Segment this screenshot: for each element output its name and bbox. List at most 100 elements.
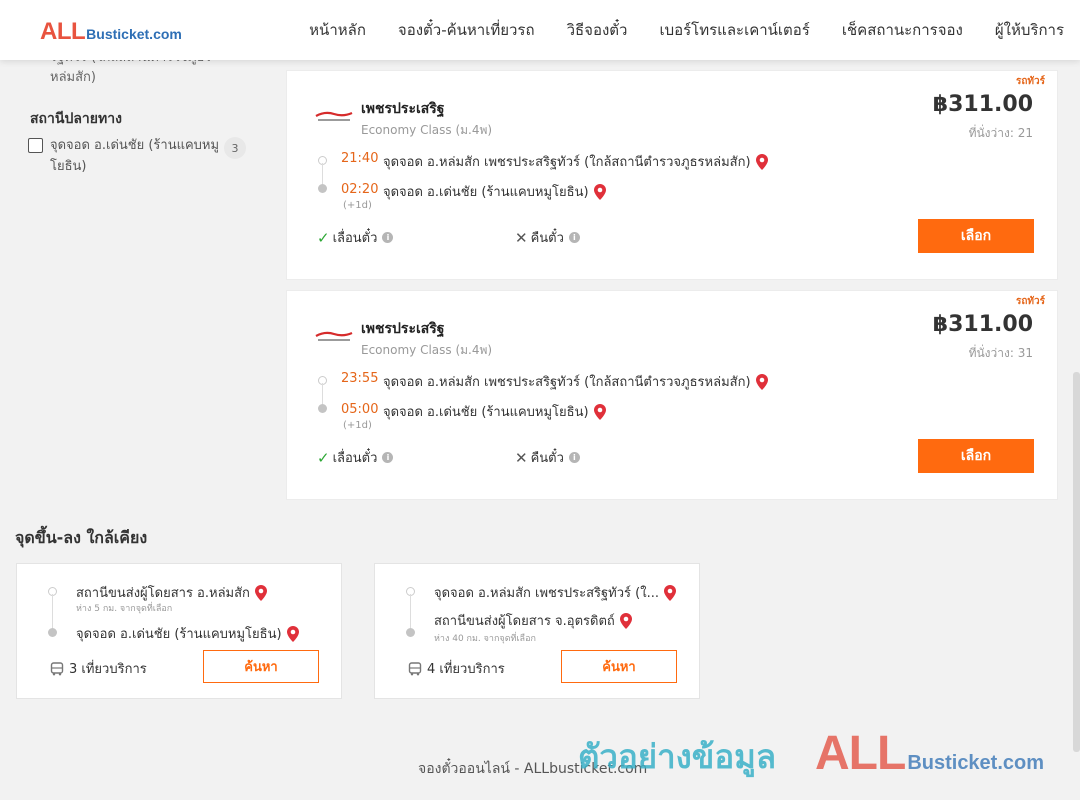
check-icon: ✓ [317, 228, 330, 247]
operator-name: เพชรประเสริฐ [361, 101, 445, 117]
next-day-marker: (+1d) [343, 420, 372, 431]
next-day-marker: (+1d) [343, 200, 372, 211]
arrival-time: 05:00 [341, 402, 379, 417]
destination-filter-title: สถานีปลายทาง [30, 111, 122, 127]
reschedule-label: เลื่อนตั๋ว [332, 231, 378, 246]
bus-class: Economy Class (ม.4พ) [361, 123, 493, 137]
operator-name: เพชรประเสริฐ [361, 321, 445, 337]
watermark-all: ALL [815, 727, 906, 780]
arrival-stop-name: จุดจอด อ.เด่นชัย (ร้านแคบหมูโยธิน) [383, 185, 589, 200]
trip-price: ฿311.00 [932, 312, 1033, 337]
map-pin-icon[interactable] [286, 625, 299, 642]
nearby-from-stop: สถานีขนส่งผู้โดยสาร อ.หล่มสัก [76, 582, 267, 603]
bus-type-badge: รถทัวร์ [1015, 296, 1045, 307]
reschedule-policy: ✓ เลื่อนตั๋ว i [317, 447, 394, 468]
main-nav: หน้าหลัก จองตั๋ว-ค้นหาเที่ยวรถ วิธีจองตั… [293, 0, 1080, 60]
filter-checkbox[interactable] [28, 138, 43, 153]
trip-card: รถทัวร์ เพชรประเสริฐ Economy Class (ม.4พ… [286, 290, 1058, 500]
arrival-dot-icon [318, 184, 327, 193]
site-logo[interactable]: ALL Busticket.com [40, 18, 182, 46]
destination-filter-option[interactable]: จุดจอด อ.เด่นชัย (ร้านแคบหมูโยธิน) 3 [28, 137, 256, 177]
nearby-to-stop: สถานีขนส่งผู้โดยสาร จ.อุตรดิตถ์ [434, 610, 632, 631]
nearby-to-distance: ห่าง 40 กม. จากจุดที่เลือก [434, 634, 536, 644]
arrival-time: 02:20 [341, 182, 379, 197]
reschedule-policy: ✓ เลื่อนตั๋ว i [317, 227, 394, 248]
nearby-trip-count: 4 เที่ยวบริการ [408, 658, 505, 679]
nearby-search-button[interactable]: ค้นหา [203, 650, 319, 683]
departure-stop: จุดจอด อ.หล่มสัก เพชรประสริฐทัวร์ (ใกล้ส… [383, 371, 768, 392]
nearby-from-distance: ห่าง 5 กม. จากจุดที่เลือก [76, 604, 173, 614]
nearby-trip-count-label: 4 เที่ยวบริการ [427, 662, 505, 677]
watermark-logo: ALL Busticket.com [815, 726, 1044, 781]
map-pin-icon[interactable] [254, 584, 267, 601]
bus-type-badge: รถทัวร์ [1015, 76, 1045, 87]
seats-available: ที่นั่งว่าง: 31 [968, 346, 1033, 360]
arrival-dot-icon [48, 628, 57, 637]
reschedule-label: เลื่อนตั๋ว [332, 451, 378, 466]
nav-book-search[interactable]: จองตั๋ว-ค้นหาเที่ยวรถ [382, 18, 551, 42]
departure-time: 23:55 [341, 371, 379, 386]
refund-label: คืนตั๋ว [530, 451, 564, 466]
nearby-to-name: จุดจอด อ.เด่นชัย (ร้านแคบหมูโยธิน) [76, 627, 282, 642]
trip-card: รถทัวร์ เพชรประเสริฐ Economy Class (ม.4พ… [286, 70, 1058, 280]
info-icon[interactable]: i [382, 452, 394, 463]
departure-stop-name: จุดจอด อ.หล่มสัก เพชรประสริฐทัวร์ (ใกล้ส… [383, 155, 751, 170]
arrival-stop: จุดจอด อ.เด่นชัย (ร้านแคบหมูโยธิน) [383, 181, 606, 202]
refund-policy: ✕ คืนตั๋ว i [515, 227, 580, 248]
map-pin-icon[interactable] [663, 584, 676, 601]
map-pin-icon[interactable] [593, 403, 606, 420]
page-scrollbar[interactable] [1073, 372, 1080, 752]
watermark-rest: Busticket.com [907, 752, 1045, 774]
nearby-route-card: สถานีขนส่งผู้โดยสาร อ.หล่มสัก ห่าง 5 กม.… [16, 563, 342, 699]
bus-icon [50, 661, 64, 675]
nearby-stops-title: จุดขึ้น-ลง ใกล้เคียง [15, 528, 148, 547]
map-pin-icon[interactable] [619, 612, 632, 629]
filter-count-badge: 3 [224, 137, 246, 159]
refund-policy: ✕ คืนตั๋ว i [515, 447, 580, 468]
nearby-from-name: สถานีขนส่งผู้โดยสาร อ.หล่มสัก [76, 586, 250, 601]
nearby-route-card: จุดจอด อ.หล่มสัก เพชรประสริฐทัวร์ (ใ... … [374, 563, 700, 699]
operator-logo-icon [315, 111, 353, 121]
nav-home[interactable]: หน้าหลัก [293, 18, 382, 42]
select-trip-button[interactable]: เลือก [918, 439, 1034, 473]
bus-icon [408, 661, 422, 675]
nearby-trip-count: 3 เที่ยวบริการ [50, 658, 147, 679]
top-header: ALL Busticket.com หน้าหลัก จองตั๋ว-ค้นหา… [0, 0, 1080, 60]
seats-available: ที่นั่งว่าง: 21 [968, 126, 1033, 140]
refund-label: คืนตั๋ว [530, 231, 564, 246]
cross-icon: ✕ [515, 228, 528, 247]
timeline-line [52, 594, 53, 632]
arrival-dot-icon [406, 628, 415, 637]
nav-how-to-book[interactable]: วิธีจองตั๋ว [551, 18, 644, 42]
info-icon[interactable]: i [568, 452, 580, 463]
nearby-search-button[interactable]: ค้นหา [561, 650, 677, 683]
check-icon: ✓ [317, 448, 330, 467]
map-pin-icon[interactable] [593, 183, 606, 200]
info-icon[interactable]: i [382, 232, 394, 243]
cross-icon: ✕ [515, 448, 528, 467]
watermark-text: ตัวอย่างข้อมูล [578, 737, 777, 776]
map-pin-icon[interactable] [755, 153, 768, 170]
departure-stop: จุดจอด อ.หล่มสัก เพชรประสริฐทัวร์ (ใกล้ส… [383, 151, 768, 172]
filter-option-label: จุดจอด อ.เด่นชัย (ร้านแคบหมูโยธิน) [50, 138, 220, 174]
nearby-to-stop: จุดจอด อ.เด่นชัย (ร้านแคบหมูโยธิน) [76, 623, 299, 644]
logo-rest-text: Busticket.com [86, 26, 182, 42]
timeline-line [410, 594, 411, 632]
nearby-from-stop: จุดจอด อ.หล่มสัก เพชรประสริฐทัวร์ (ใ... [434, 582, 676, 603]
nav-check-status[interactable]: เช็คสถานะการจอง [826, 18, 979, 42]
nearby-to-name: สถานีขนส่งผู้โดยสาร จ.อุตรดิตถ์ [434, 614, 615, 629]
departure-time: 21:40 [341, 151, 379, 166]
trip-price: ฿311.00 [932, 92, 1033, 117]
info-icon[interactable]: i [568, 232, 580, 243]
select-trip-button[interactable]: เลือก [918, 219, 1034, 253]
operator-logo-icon [315, 331, 353, 341]
nearby-from-name: จุดจอด อ.หล่มสัก เพชรประสริฐทัวร์ (ใ... [434, 586, 659, 601]
nav-contact[interactable]: เบอร์โทรและเคาน์เตอร์ [643, 18, 825, 42]
nav-operators[interactable]: ผู้ให้บริการ [979, 18, 1080, 42]
bus-class: Economy Class (ม.4พ) [361, 343, 493, 357]
arrival-stop: จุดจอด อ.เด่นชัย (ร้านแคบหมูโยธิน) [383, 401, 606, 422]
arrival-stop-name: จุดจอด อ.เด่นชัย (ร้านแคบหมูโยธิน) [383, 405, 589, 420]
nearby-trip-count-label: 3 เที่ยวบริการ [69, 662, 147, 677]
map-pin-icon[interactable] [755, 373, 768, 390]
departure-stop-name: จุดจอด อ.หล่มสัก เพชรประสริฐทัวร์ (ใกล้ส… [383, 375, 751, 390]
